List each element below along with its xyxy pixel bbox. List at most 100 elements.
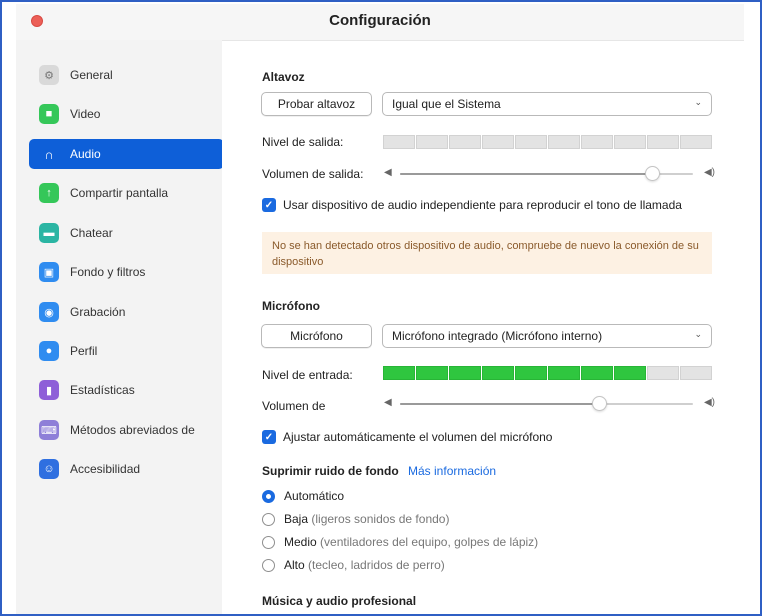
- meter-segment: [548, 366, 580, 380]
- meter-segment: [383, 366, 415, 380]
- slider-fill: [400, 173, 652, 175]
- sidebar-item-statistics[interactable]: ▮ Estadísticas: [29, 375, 224, 405]
- meter-segment: [482, 135, 514, 149]
- speaker-low-icon: ◀: [384, 167, 392, 178]
- output-level-label: Nivel de salida:: [262, 135, 344, 149]
- chevron-down-icon: ⌄: [694, 329, 702, 339]
- music-audio-heading: Música y audio profesional: [262, 594, 417, 608]
- sidebar-item-audio[interactable]: ∩ Audio: [29, 139, 224, 169]
- meter-segment: [383, 135, 415, 149]
- speaker-high-icon: ◀): [703, 167, 715, 178]
- title-bar: Configuración: [16, 4, 744, 40]
- noise-option-high-label: Alto (tecleo, ladridos de perro): [284, 558, 445, 572]
- output-volume-slider[interactable]: ◀ ◀): [382, 166, 715, 181]
- accessibility-icon: ☺: [39, 459, 59, 479]
- sidebar-item-label: Grabación: [70, 305, 126, 319]
- meter-segment: [680, 366, 712, 380]
- sidebar-item-shortcuts[interactable]: ⌨ Métodos abreviados de: [29, 415, 224, 445]
- share-screen-icon: ↑: [39, 183, 59, 203]
- noise-suppression-heading: Suprimir ruido de fondo Más información: [262, 464, 496, 478]
- meter-segment: [416, 135, 448, 149]
- microphone-device-select[interactable]: Micrófono integrado (Micrófono interno) …: [382, 324, 712, 348]
- sidebar-item-label: Video: [70, 107, 101, 121]
- meter-segment: [614, 135, 646, 149]
- divider: [222, 40, 744, 41]
- meter-segment: [416, 366, 448, 380]
- meter-segment: [548, 135, 580, 149]
- profile-icon: ●: [39, 341, 59, 361]
- window-title: Configuración: [329, 12, 431, 29]
- input-volume-label: Volumen de: [262, 399, 326, 413]
- noise-option-auto-label: Automático: [284, 489, 344, 503]
- output-volume-label: Volumen de salida:: [262, 167, 364, 181]
- noise-option-auto-radio[interactable]: [262, 490, 275, 503]
- slider-fill: [400, 403, 600, 405]
- statistics-icon: ▮: [39, 380, 59, 400]
- noise-option-low-radio[interactable]: [262, 513, 275, 526]
- audio-settings-panel: Altavoz Probar altavoz Igual que el Sist…: [222, 40, 744, 614]
- meter-segment: [515, 366, 547, 380]
- meter-segment: [680, 135, 712, 149]
- sidebar-item-video[interactable]: ■ Video: [29, 99, 224, 129]
- test-microphone-button[interactable]: Micrófono: [261, 324, 372, 348]
- sidebar-item-label: General: [70, 68, 113, 82]
- meter-segment: [647, 135, 679, 149]
- meter-segment: [581, 135, 613, 149]
- more-info-link[interactable]: Más información: [408, 464, 496, 478]
- input-level-label: Nivel de entrada:: [262, 368, 353, 382]
- sidebar-item-label: Perfil: [70, 344, 98, 358]
- output-level-meter: [383, 135, 712, 149]
- separate-device-checkbox[interactable]: ✓: [262, 198, 276, 212]
- noise-option-low-label: Baja (ligeros sonidos de fondo): [284, 512, 449, 526]
- test-speaker-button[interactable]: Probar altavoz: [261, 92, 372, 116]
- separate-device-label: Usar dispositivo de audio independiente …: [283, 198, 682, 212]
- noise-option-label: Baja: [284, 512, 309, 526]
- slider-thumb[interactable]: [592, 396, 608, 411]
- sidebar-item-label: Accesibilidad: [70, 462, 141, 476]
- meter-segment: [482, 366, 514, 380]
- noise-option-hint: (ventiladores del equipo, golpes de lápi…: [320, 535, 539, 549]
- noise-option-medium-label: Medio (ventiladores del equipo, golpes d…: [284, 535, 538, 549]
- background-icon: ▣: [39, 262, 59, 282]
- speaker-heading: Altavoz: [262, 70, 305, 84]
- sidebar-item-share-screen[interactable]: ↑ Compartir pantalla: [29, 178, 224, 208]
- noise-option-medium-radio[interactable]: [262, 536, 275, 549]
- sidebar-item-recording[interactable]: ◉ Grabación: [29, 297, 224, 327]
- input-level-meter: [383, 366, 712, 380]
- microphone-heading: Micrófono: [262, 299, 320, 313]
- sidebar-item-background[interactable]: ▣ Fondo y filtros: [29, 257, 224, 287]
- input-volume-slider[interactable]: ◀ ◀): [382, 396, 715, 411]
- auto-adjust-checkbox[interactable]: ✓: [262, 430, 276, 444]
- sidebar-item-accessibility[interactable]: ☺ Accesibilidad: [29, 454, 224, 484]
- headphones-icon: ∩: [44, 146, 54, 162]
- microphone-device-value: Micrófono integrado (Micrófono interno): [392, 329, 603, 343]
- noise-option-label: Automático: [284, 489, 345, 503]
- sidebar-item-label: Chatear: [70, 226, 113, 240]
- meter-segment: [449, 366, 481, 380]
- meter-segment: [614, 366, 646, 380]
- sidebar-item-label: Audio: [70, 147, 101, 161]
- sidebar-item-label: Métodos abreviados de: [70, 423, 195, 437]
- chat-icon: ▬: [39, 223, 59, 243]
- speaker-device-select[interactable]: Igual que el Sistema ⌄: [382, 92, 712, 116]
- sidebar-item-profile[interactable]: ● Perfil: [29, 336, 224, 366]
- noise-option-hint: (tecleo, ladridos de perro): [308, 558, 445, 572]
- gear-icon: ⚙: [39, 65, 59, 85]
- speaker-device-value: Igual que el Sistema: [392, 97, 501, 111]
- meter-segment: [515, 135, 547, 149]
- sidebar-item-chat[interactable]: ▬ Chatear: [29, 218, 224, 248]
- meter-segment: [581, 366, 613, 380]
- video-icon: ■: [39, 104, 59, 124]
- noise-option-hint: (ligeros sonidos de fondo): [311, 512, 450, 526]
- meter-segment: [647, 366, 679, 380]
- speaker-low-icon: ◀: [384, 397, 392, 408]
- noise-suppression-title: Suprimir ruido de fondo: [262, 464, 399, 478]
- settings-window: Configuración ⚙ General ■ Video ∩ Audio …: [0, 0, 762, 616]
- slider-thumb[interactable]: [644, 166, 660, 181]
- sidebar-item-label: Fondo y filtros: [70, 265, 146, 279]
- noise-option-high-radio[interactable]: [262, 559, 275, 572]
- sidebar-item-general[interactable]: ⚙ General: [29, 60, 224, 90]
- speaker-high-icon: ◀): [703, 397, 715, 408]
- meter-segment: [449, 135, 481, 149]
- auto-adjust-label: Ajustar automáticamente el volumen del m…: [283, 430, 553, 444]
